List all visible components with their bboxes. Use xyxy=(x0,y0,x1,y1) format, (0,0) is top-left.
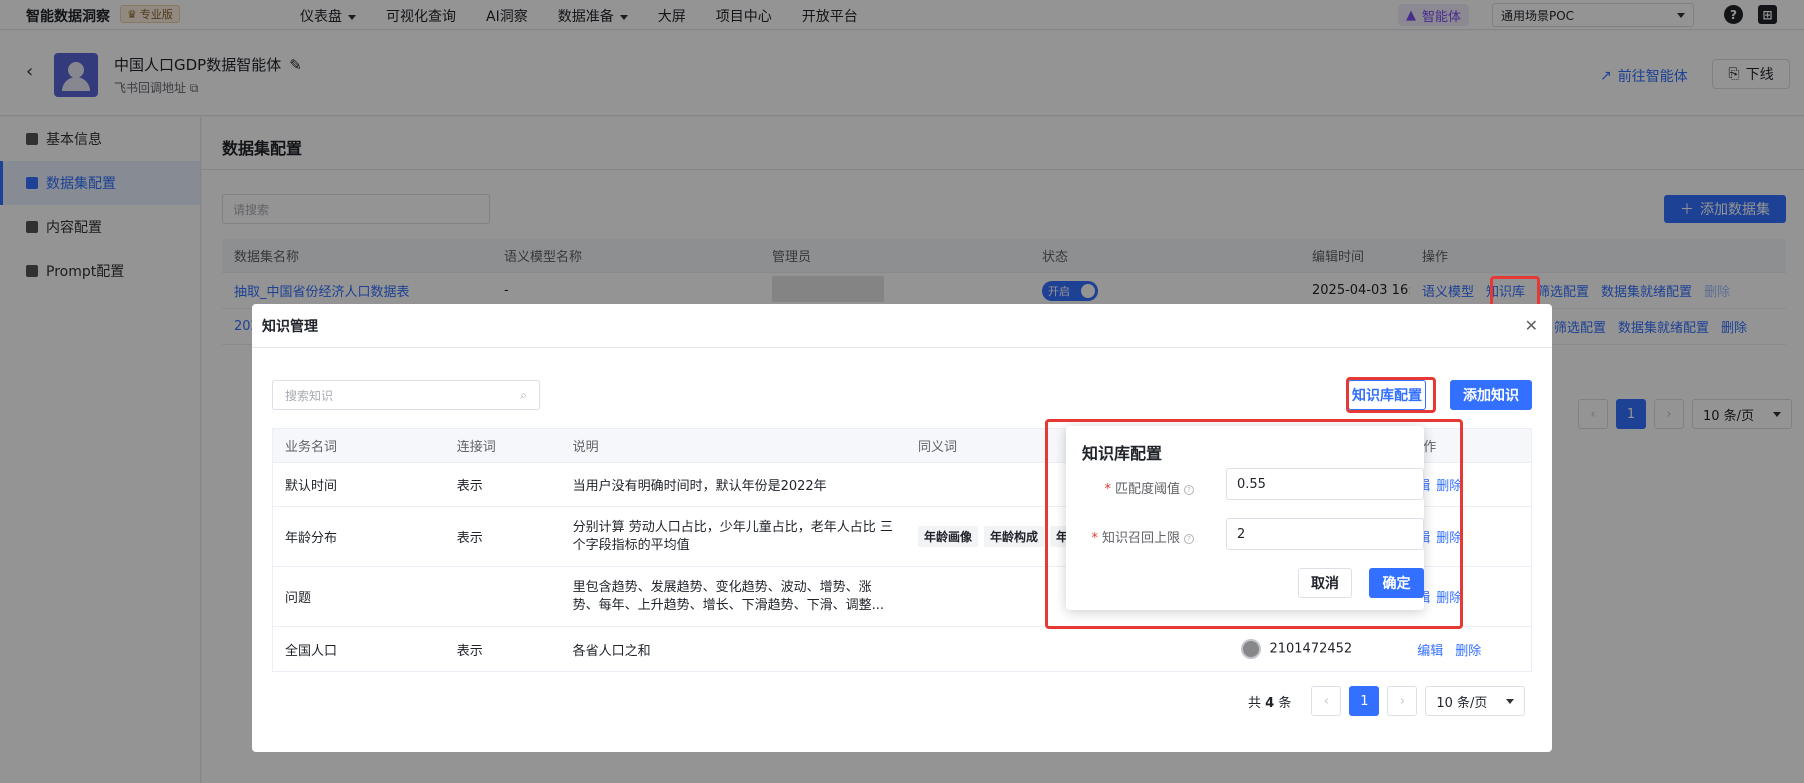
threshold-label-text: 匹配度阈值 xyxy=(1114,482,1180,497)
connector-cell: 表示 xyxy=(456,531,483,546)
term-cell: 全国人口 xyxy=(285,643,338,659)
desc-cell: 里包含趋势、发展趋势、变化趋势、波动、增势、涨势、每年、上升趋势、增长、下滑趋势… xyxy=(572,579,884,613)
threshold-label: * 匹配度阈值? xyxy=(1066,478,1194,497)
recall-limit-input[interactable]: 2 xyxy=(1226,518,1424,550)
recall-label-text: 知识召回上限 xyxy=(1101,531,1180,546)
user-avatar xyxy=(1241,639,1262,659)
delete-link[interactable]: 删除 xyxy=(1436,587,1462,606)
desc-cell: 各省人口之和 xyxy=(572,643,651,659)
add-knowledge-button[interactable]: 添加知识 xyxy=(1450,380,1532,410)
delete-link[interactable]: 删除 xyxy=(1455,640,1481,659)
kb-config-button[interactable]: 知识库配置 xyxy=(1348,380,1426,410)
col-header: 作 xyxy=(1423,440,1437,455)
chevron-down-icon xyxy=(1506,698,1515,704)
user-id: 2101472452 xyxy=(1269,641,1353,657)
popover-title: 知识库配置 xyxy=(1082,444,1163,463)
confirm-button[interactable]: 确定 xyxy=(1369,568,1424,598)
help-icon[interactable]: ? xyxy=(1184,533,1194,544)
desc-cell: 分别计算 劳动人口占比，少年儿童占比，老年人占比 三个字段指标的平均值 xyxy=(572,519,893,553)
term-cell: 默认时间 xyxy=(285,479,338,494)
close-icon[interactable]: ✕ xyxy=(1525,316,1538,335)
edit-link[interactable]: 编辑 xyxy=(1417,640,1443,659)
delete-link[interactable]: 删除 xyxy=(1436,527,1462,546)
total-prefix: 共 xyxy=(1248,695,1262,711)
page-size-select[interactable]: 10 条/页 xyxy=(1425,686,1526,716)
required-mark: * xyxy=(1104,482,1111,497)
prev-page-button[interactable]: ‹ xyxy=(1311,686,1342,716)
actions-cell: 编辑 删除 xyxy=(1405,640,1531,659)
table-row: 全国人口 表示 各省人口之和 2101472452 编辑 删除 xyxy=(273,627,1531,671)
total-count: 共 4 条 xyxy=(1248,692,1291,711)
knowledge-search-placeholder: 搜索知识 xyxy=(285,388,334,403)
actions-cell: 辑删除 xyxy=(1405,527,1531,546)
connector-cell: 表示 xyxy=(456,479,483,494)
col-header: 连接词 xyxy=(456,440,496,455)
modal-header: 知识管理 ✕ xyxy=(252,304,1552,348)
synonym-tag: 年龄构成 xyxy=(984,526,1045,547)
help-icon[interactable]: ? xyxy=(1184,484,1194,495)
page-button[interactable]: 1 xyxy=(1349,686,1380,716)
col-header: 业务名词 xyxy=(285,440,338,455)
page-size-value: 10 条/页 xyxy=(1436,695,1488,711)
actions-cell: 辑删除 xyxy=(1405,475,1531,494)
knowledge-search-input[interactable]: 搜索知识 ⌕ xyxy=(272,380,540,410)
cancel-button[interactable]: 取消 xyxy=(1298,568,1352,598)
threshold-input[interactable]: 0.55 xyxy=(1226,468,1424,500)
kb-config-popover: 知识库配置 * 匹配度阈值? 0.55 * 知识召回上限? 2 取消 确定 xyxy=(1066,426,1424,610)
next-page-button[interactable]: › xyxy=(1387,686,1418,716)
required-mark: * xyxy=(1091,531,1098,546)
recall-limit-label: * 知识召回上限? xyxy=(1066,527,1194,546)
knowledge-pager: 共 4 条 ‹ 1 › 10 条/页 xyxy=(1248,686,1526,716)
user-cell: 2101472452 xyxy=(1229,639,1405,659)
total-number: 4 xyxy=(1265,695,1275,711)
term-cell: 问题 xyxy=(285,591,312,606)
connector-cell: 表示 xyxy=(456,643,483,659)
synonym-tag: 年龄画像 xyxy=(918,526,979,547)
search-icon[interactable]: ⌕ xyxy=(520,388,527,403)
col-header: 说明 xyxy=(572,440,599,455)
modal-title: 知识管理 xyxy=(262,318,318,335)
term-cell: 年龄分布 xyxy=(285,531,338,546)
total-suffix: 条 xyxy=(1278,695,1292,711)
actions-cell: 辑删除 xyxy=(1405,587,1531,606)
delete-link[interactable]: 删除 xyxy=(1436,475,1462,494)
